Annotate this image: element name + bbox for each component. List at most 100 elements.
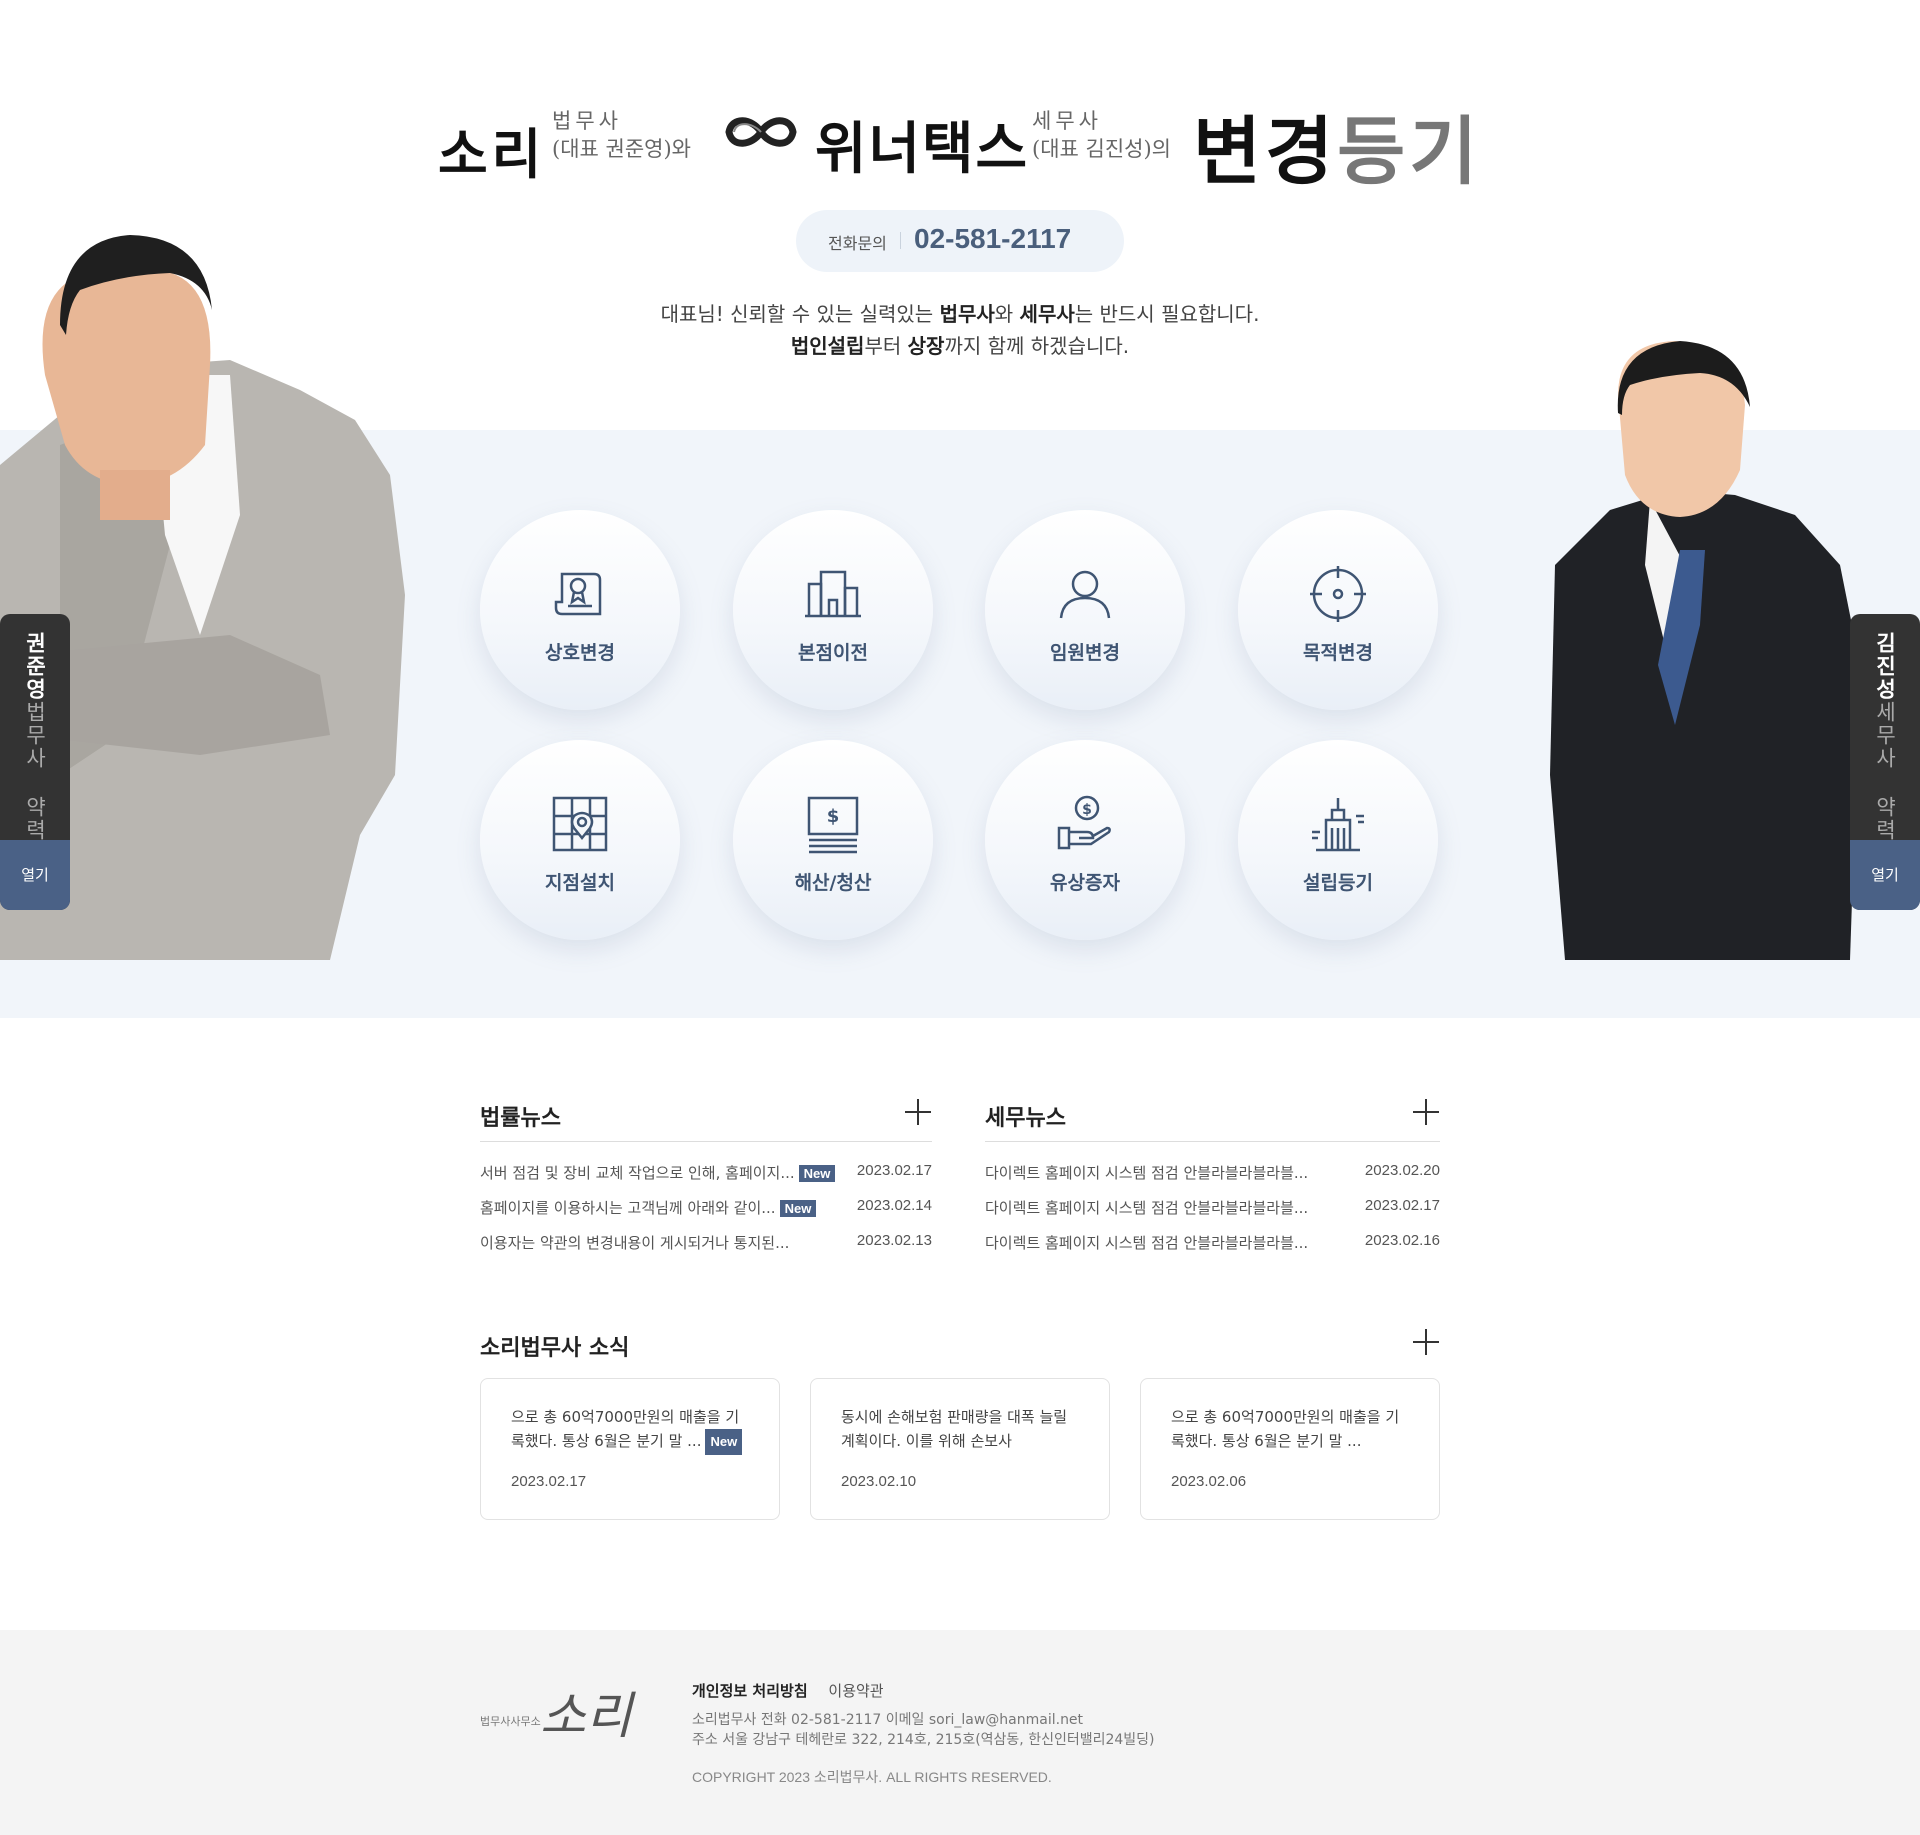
page-title: 소리 법무사 (대표 권준영)와 위너택스 세무사 (대표 김진성)의 변경등기 [0, 92, 1920, 195]
list-item[interactable]: 다이렉트 홈페이지 시스템 점검 안블라블라블라블... 2023.02.16 [985, 1226, 1440, 1261]
news-date: 2023.02.16 [1364, 1232, 1440, 1249]
new-badge: New [705, 1429, 743, 1455]
sori-news-header: 소리법무사 소식 [480, 1328, 1440, 1368]
card-line: 으로 총 60억7000만원의 매출을 기 [511, 1408, 740, 1426]
list-item[interactable]: 홈페이지를 이용하시는 고객님께 아래와 같이... New 2023.02.14 [480, 1191, 932, 1226]
service-item-dissolution[interactable]: $ 해산/청산 [733, 740, 933, 940]
news-title[interactable]: 서버 점검 및 장비 교체 작업으로 인해, 홈페이지... [480, 1164, 795, 1182]
brand-winnertax: 위너택스 [815, 117, 1030, 182]
person-icon [1059, 570, 1111, 619]
service-label: 임원변경 [1050, 642, 1120, 664]
news-date: 2023.02.17 [856, 1162, 932, 1179]
law-news-title: 법률뉴스 [480, 1106, 561, 1131]
plus-icon[interactable] [1412, 1098, 1440, 1126]
news-title[interactable]: 이용자는 약관의 변경내용이 게시되거나 통지된... [480, 1234, 789, 1252]
map-pin-icon [552, 796, 608, 852]
brand-sori-rep: (대표 권준영)와 [552, 137, 691, 161]
svg-text:$: $ [1082, 802, 1092, 818]
tax-news-section: 세무뉴스 다이렉트 홈페이지 시스템 점검 안블라블라블라블... 2023.02… [985, 1098, 1440, 1261]
card-line: 계획이다. 이를 위해 손보사 [841, 1432, 1012, 1450]
news-title[interactable]: 다이렉트 홈페이지 시스템 점검 안블라블라블라블... [985, 1197, 1308, 1218]
card-date: 2023.02.17 [511, 1473, 587, 1490]
tax-news-list: 다이렉트 홈페이지 시스템 점검 안블라블라블라블... 2023.02.20 다… [985, 1156, 1440, 1261]
intro-emph-lawyer: 법무사 [939, 302, 995, 326]
law-news-list: 서버 점검 및 장비 교체 작업으로 인해, 홈페이지... New 2023.02… [480, 1156, 932, 1261]
intro-text-c: 와 [994, 302, 1020, 326]
news-date: 2023.02.14 [856, 1197, 932, 1214]
taxadvisor-role: 세무사 약력 [1873, 701, 1897, 842]
service-item-hq-relocation[interactable]: 본점이전 [733, 510, 933, 710]
lawyer-name: 권준영 [23, 632, 47, 701]
brand-sori-sub: 법무사 (대표 권준영)와 [552, 107, 691, 163]
list-item[interactable]: 이용자는 약관의 변경내용이 게시되거나 통지된... 2023.02.13 [480, 1226, 932, 1261]
privacy-link[interactable]: 개인정보 처리방침 [692, 1682, 808, 1700]
phone-inquiry[interactable]: 전화문의 02-581-2117 [796, 210, 1124, 272]
service-item-purpose-change[interactable]: 목적변경 [1238, 510, 1438, 710]
hand-coin-icon: $ [1057, 795, 1111, 850]
service-label: 설립등기 [1303, 872, 1373, 894]
intro-text-g: 까지 함께 하겠습니다. [944, 334, 1130, 358]
taxadvisor-open-button[interactable]: 열기 [1850, 840, 1920, 910]
phone-number[interactable]: 02-581-2117 [914, 223, 1071, 255]
building-icon [805, 570, 861, 618]
plus-icon[interactable] [1412, 1328, 1440, 1356]
news-title[interactable]: 다이렉트 홈페이지 시스템 점검 안블라블라블라블... [985, 1162, 1308, 1183]
service-item-incorporation[interactable]: 설립등기 [1238, 740, 1438, 940]
new-badge: New [779, 1200, 817, 1217]
news-card[interactable]: 동시에 손해보험 판매량을 대폭 늘릴 계획이다. 이를 위해 손보사 2023.… [810, 1378, 1110, 1520]
service-item-name-change[interactable]: 상호변경 [480, 510, 680, 710]
headline: 변경등기 [1193, 92, 1481, 199]
news-title[interactable]: 다이렉트 홈페이지 시스템 점검 안블라블라블라블... [985, 1232, 1308, 1253]
taxadvisor-profile-label: 김진성세무사 약력 [1870, 614, 1900, 842]
lawyer-profile-label: 권준영법무사 약력 [20, 614, 50, 842]
lawyer-open-button[interactable]: 열기 [0, 840, 70, 910]
service-item-capital-increase[interactable]: $ 유상증자 [985, 740, 1185, 940]
card-text: 으로 총 60억7000만원의 매출을 기록했다. 통상 6월은 분기 말 ..… [511, 1405, 755, 1455]
footer-info: 소리법무사 전화 02-581-2117 이메일 sori_law@hanmai… [692, 1710, 1155, 1750]
news-card[interactable]: 으로 총 60억7000만원의 매출을 기 록했다. 통상 6월은 분기 말 ..… [1140, 1378, 1440, 1520]
taxadvisor-profile-tab: 김진성세무사 약력 열기 [1850, 614, 1920, 910]
news-title[interactable]: 홈페이지를 이용하시는 고객님께 아래와 같이... [480, 1199, 776, 1217]
cash-register-icon: $ [807, 796, 859, 854]
lawyer-role: 법무사 약력 [23, 701, 47, 842]
card-text: 으로 총 60억7000만원의 매출을 기 록했다. 통상 6월은 분기 말 ..… [1171, 1405, 1415, 1453]
list-item[interactable]: 서버 점검 및 장비 교체 작업으로 인해, 홈페이지... New 2023.02… [480, 1156, 932, 1191]
plus-icon[interactable] [904, 1098, 932, 1126]
service-item-officer-change[interactable]: 임원변경 [985, 510, 1185, 710]
headline-a: 변경 [1193, 109, 1338, 195]
intro-text-e: 는 반드시 필요합니다. [1074, 302, 1260, 326]
card-text: 동시에 손해보험 판매량을 대폭 늘릴 계획이다. 이를 위해 손보사 [841, 1405, 1085, 1453]
intro-text-f: 부터 [864, 334, 908, 358]
intro-emph-founding: 법인설립 [790, 334, 865, 358]
footer-address: 주소 서울 강남구 테헤란로 322, 214호, 215호(역삼동, 한신인터… [692, 1732, 1155, 1748]
service-label: 상호변경 [545, 642, 615, 664]
copyright: COPYRIGHT 2023 소리법무사. ALL RIGHTS RESERVE… [692, 1769, 1052, 1785]
service-label: 유상증자 [1050, 872, 1120, 894]
brand-winnertax-rep: (대표 김진성)의 [1032, 137, 1171, 161]
card-date: 2023.02.10 [841, 1473, 917, 1490]
service-label: 지점설치 [545, 872, 615, 894]
taxadvisor-name: 김진성 [1873, 632, 1897, 701]
card-date: 2023.02.06 [1171, 1473, 1247, 1490]
news-card[interactable]: 으로 총 60억7000만원의 매출을 기록했다. 통상 6월은 분기 말 ..… [480, 1378, 780, 1520]
brand-winnertax-sub: 세무사 (대표 김진성)의 [1032, 107, 1171, 163]
service-label: 본점이전 [798, 642, 868, 664]
footer-logo: 소리 [540, 1687, 632, 1745]
brand-winnertax-role: 세무사 [1032, 109, 1102, 133]
news-date: 2023.02.13 [856, 1232, 932, 1249]
list-item[interactable]: 다이렉트 홈페이지 시스템 점검 안블라블라블라블... 2023.02.17 [985, 1191, 1440, 1226]
list-item[interactable]: 다이렉트 홈페이지 시스템 점검 안블라블라블라블... 2023.02.20 [985, 1156, 1440, 1191]
service-label: 목적변경 [1303, 642, 1373, 664]
terms-link[interactable]: 이용약관 [828, 1682, 883, 1700]
intro-emph-listing: 상장 [907, 334, 945, 358]
card-line: 으로 총 60억7000만원의 매출을 기 [1171, 1408, 1400, 1426]
tax-news-title: 세무뉴스 [985, 1106, 1066, 1131]
news-date: 2023.02.17 [1364, 1197, 1440, 1214]
service-item-branch[interactable]: 지점설치 [480, 740, 680, 940]
intro-text-a: 대표님! 신뢰할 수 있는 실력있는 [660, 302, 940, 326]
phone-label: 전화문의 [828, 234, 887, 253]
card-line: 록했다. 통상 6월은 분기 말 ... [511, 1432, 702, 1450]
footer-contact: 소리법무사 전화 02-581-2117 이메일 sori_law@hanmai… [692, 1712, 1084, 1728]
svg-text:$: $ [827, 806, 840, 827]
brand-sori-role: 법무사 [552, 109, 622, 133]
